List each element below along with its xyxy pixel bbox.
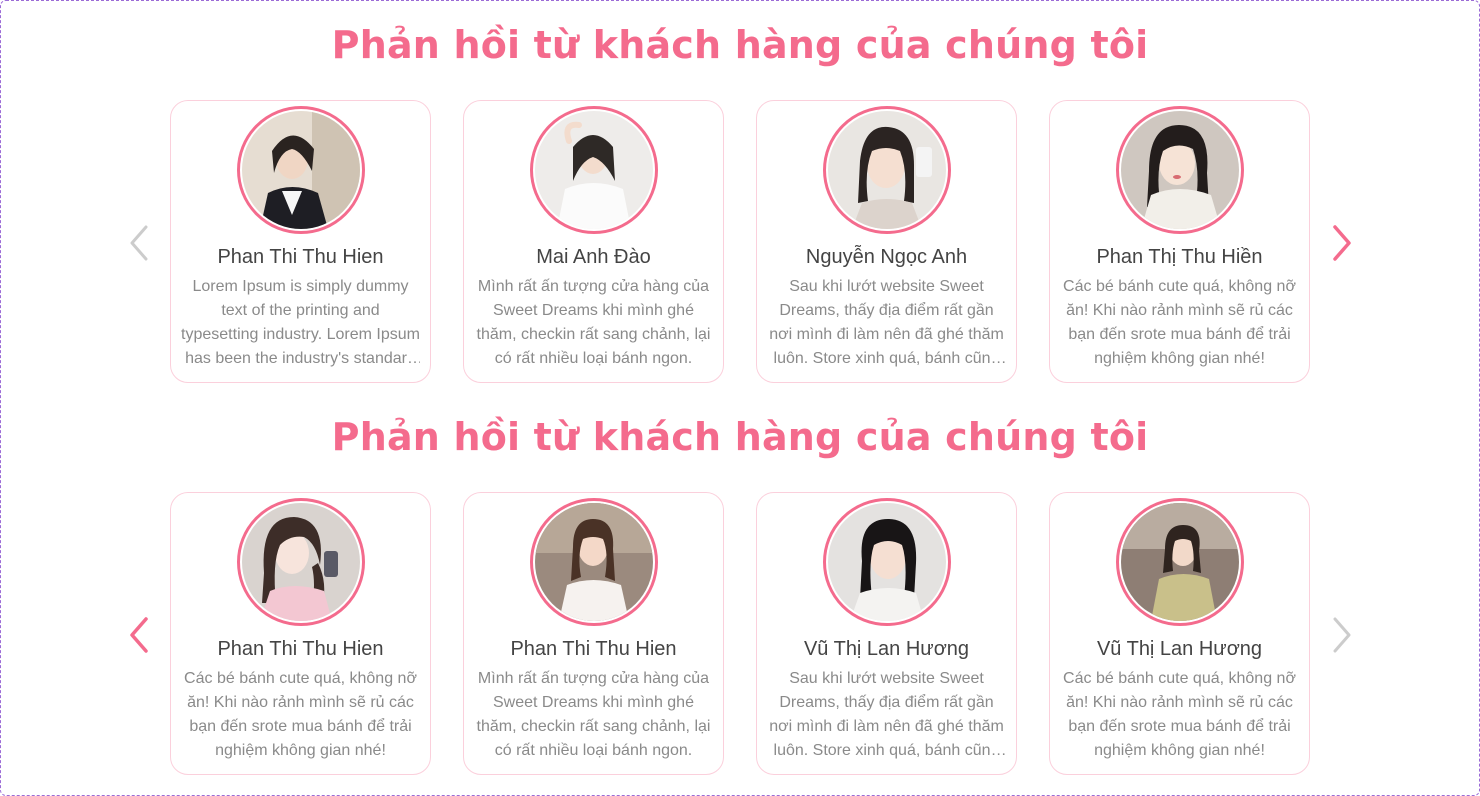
- avatar: [530, 106, 658, 234]
- avatar: [823, 498, 951, 626]
- customer-review: Sau khi lướt website Sweet Dreams, thấy …: [769, 670, 1004, 759]
- testimonial-card: Phan Thi Thu Hien Mình rất ấn tượng cửa …: [463, 492, 724, 775]
- chevron-left-icon: [130, 617, 148, 653]
- chevron-left-icon: [130, 225, 148, 261]
- customer-review: Mình rất ấn tượng cửa hàng của Sweet Dre…: [476, 670, 711, 759]
- customer-photo: [828, 503, 946, 621]
- prev-arrow-button[interactable]: [124, 615, 154, 655]
- customer-name: Phan Thi Thu Hien: [510, 638, 677, 660]
- next-arrow-button[interactable]: [1327, 615, 1357, 655]
- customer-photo: [242, 111, 360, 229]
- customer-photo: [828, 111, 946, 229]
- avatar: [823, 106, 951, 234]
- testimonial-card: Phan Thi Thu Hien Lorem Ipsum is simply …: [170, 100, 431, 383]
- customer-review: Sau khi lướt website Sweet Dreams, thấy …: [769, 278, 1004, 367]
- customer-review: Mình rất ấn tượng cửa hàng của Sweet Dre…: [476, 278, 711, 367]
- customer-photo: [535, 111, 653, 229]
- avatar: [1116, 498, 1244, 626]
- next-arrow-button[interactable]: [1327, 223, 1357, 263]
- section-title: Phản hồi từ khách hàng của chúng tôi: [331, 415, 1149, 459]
- avatar: [237, 106, 365, 234]
- customer-review: Các bé bánh cute quá, không nỡ ăn! Khi n…: [1063, 278, 1296, 367]
- customer-review: Lorem Ipsum is simply dummy text of the …: [181, 278, 420, 367]
- testimonial-card: Phan Thi Thu Hien Các bé bánh cute quá, …: [170, 492, 431, 775]
- customer-photo: [1121, 503, 1239, 621]
- customer-photo: [535, 503, 653, 621]
- testimonial-card: Phan Thị Thu Hiền Các bé bánh cute quá, …: [1049, 100, 1310, 383]
- testimonial-card: Vũ Thị Lan Hương Sau khi lướt website Sw…: [756, 492, 1017, 775]
- customer-review: Các bé bánh cute quá, không nỡ ăn! Khi n…: [184, 670, 417, 759]
- customer-name: Nguyễn Ngọc Anh: [805, 246, 968, 268]
- avatar: [237, 498, 365, 626]
- testimonial-card: Nguyễn Ngọc Anh Sau khi lướt website Swe…: [756, 100, 1017, 383]
- section-title: Phản hồi từ khách hàng của chúng tôi: [331, 23, 1149, 67]
- testimonial-card: Mai Anh Đào Mình rất ấn tượng cửa hàng c…: [463, 100, 724, 383]
- customer-review: Các bé bánh cute quá, không nỡ ăn! Khi n…: [1063, 670, 1296, 759]
- customer-name: Vũ Thị Lan Hương: [1096, 638, 1263, 660]
- testimonial-card: Vũ Thị Lan Hương Các bé bánh cute quá, k…: [1049, 492, 1310, 775]
- prev-arrow-button[interactable]: [124, 223, 154, 263]
- customer-name: Mai Anh Đào: [536, 246, 651, 268]
- avatar: [530, 498, 658, 626]
- chevron-right-icon: [1333, 617, 1351, 653]
- customer-photo: [242, 503, 360, 621]
- customer-photo: [1121, 111, 1239, 229]
- customer-name: Phan Thi Thu Hien: [217, 638, 384, 660]
- customer-name: Phan Thị Thu Hiền: [1096, 246, 1263, 268]
- chevron-right-icon: [1333, 225, 1351, 261]
- avatar: [1116, 106, 1244, 234]
- customer-name: Phan Thi Thu Hien: [217, 246, 384, 268]
- customer-name: Vũ Thị Lan Hương: [803, 638, 970, 660]
